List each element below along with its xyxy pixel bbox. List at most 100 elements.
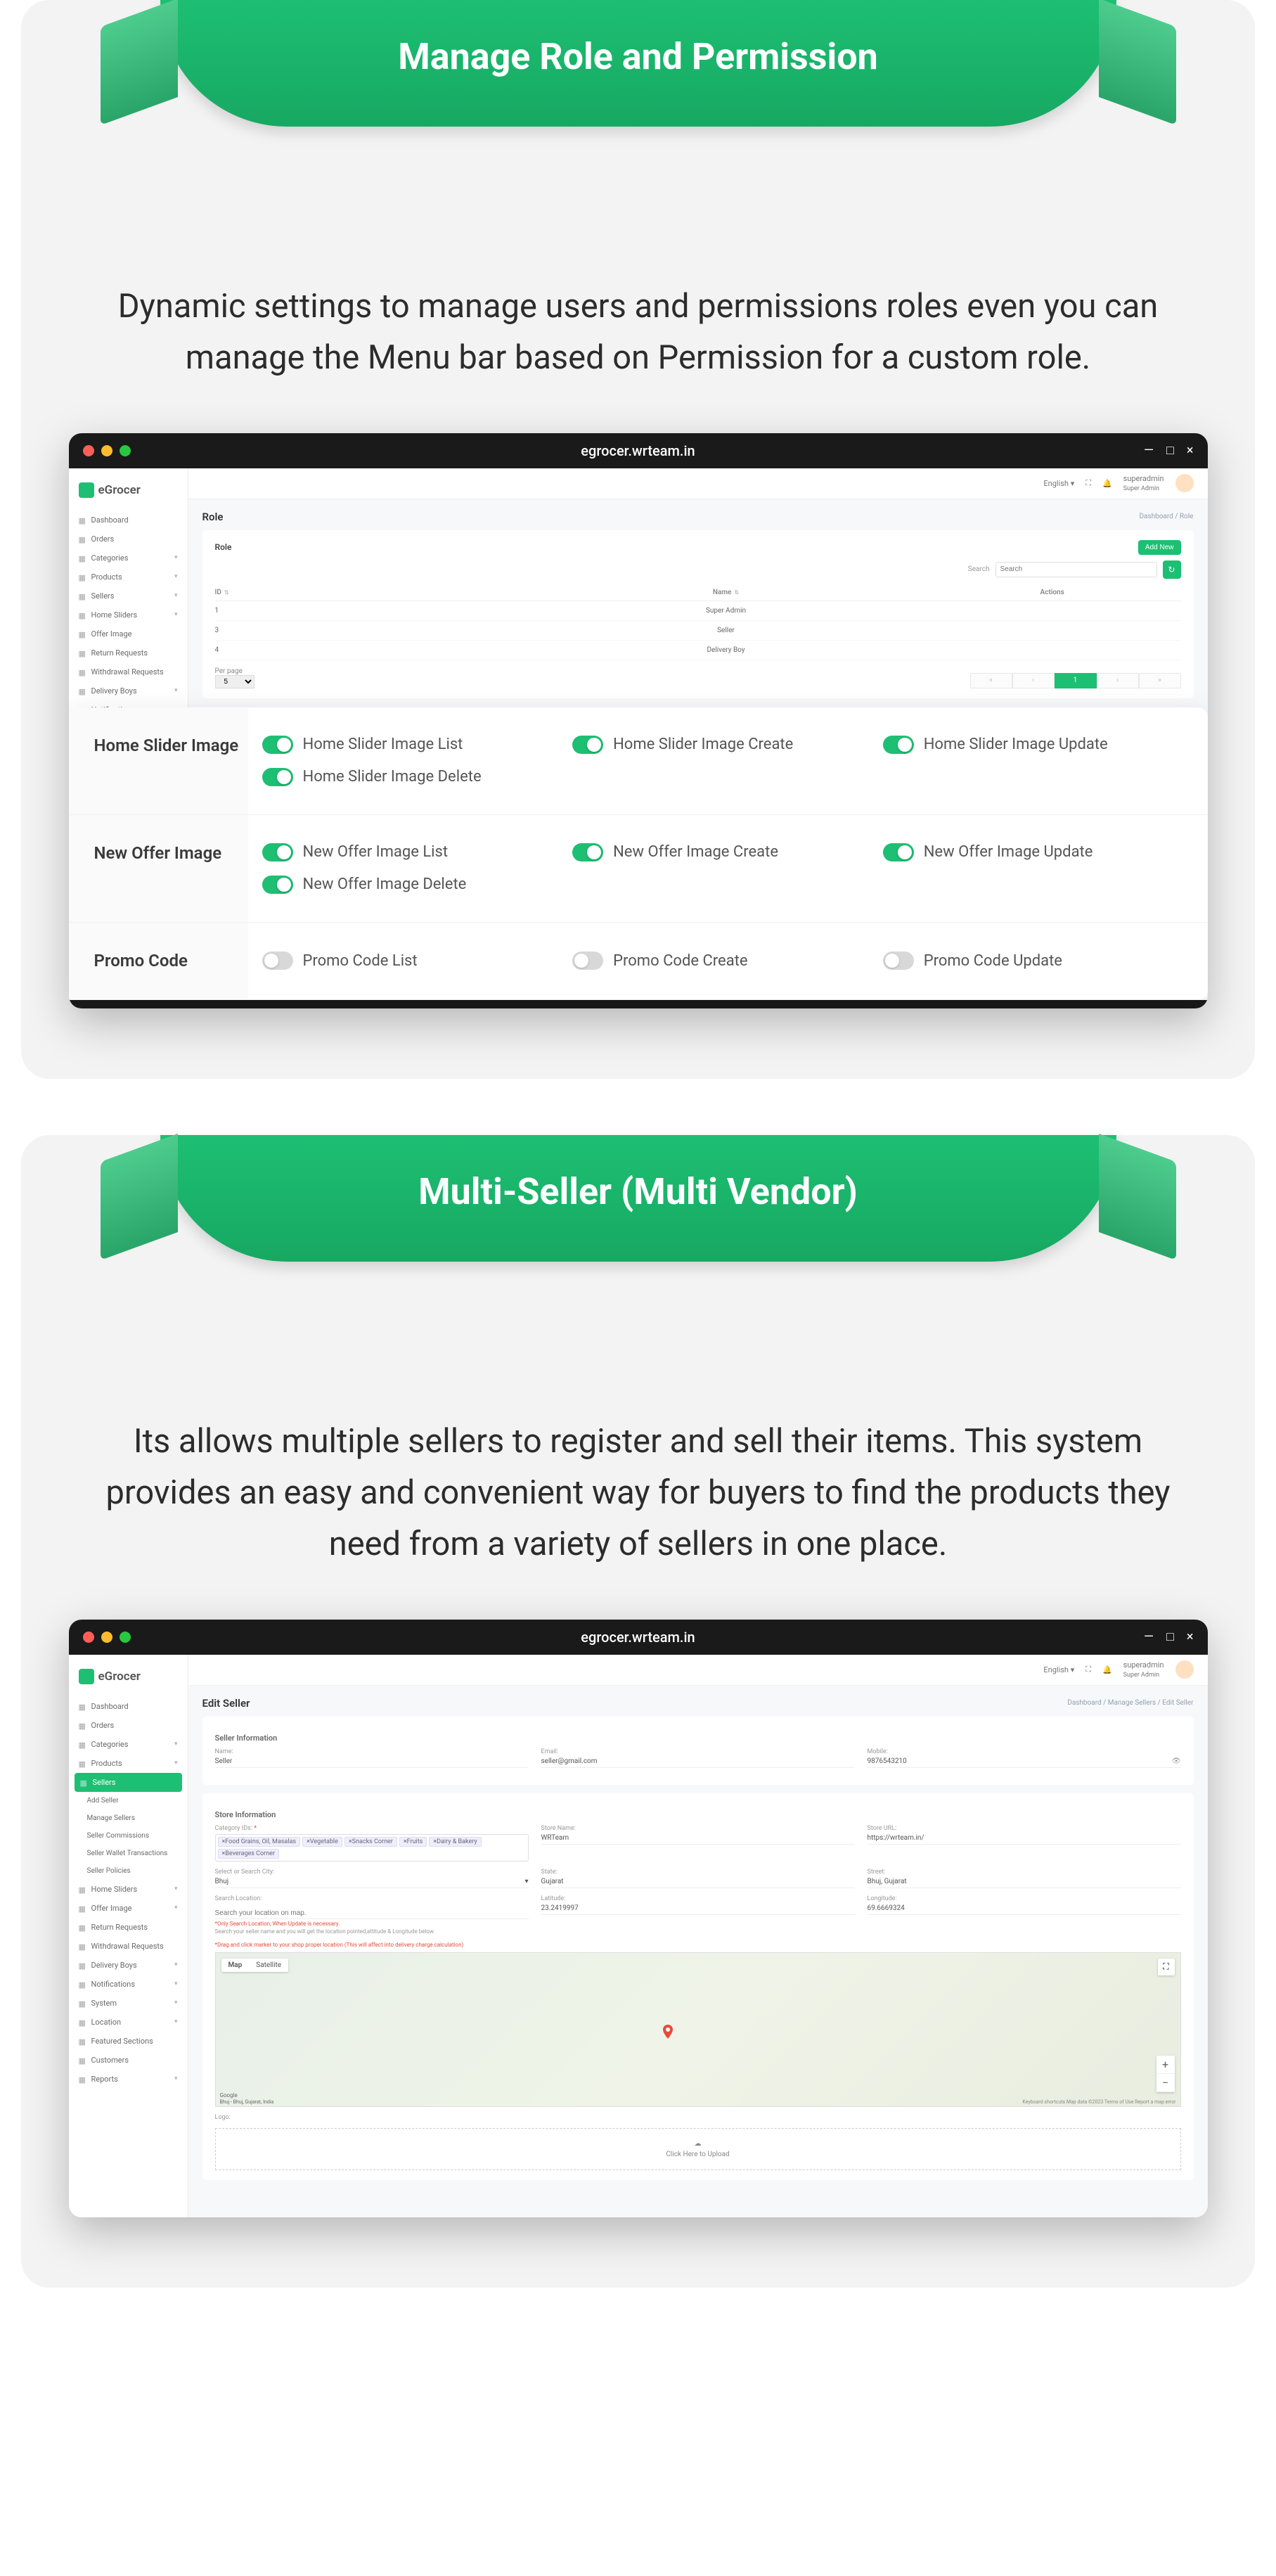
sidebar-item-orders[interactable]: ▦Orders	[69, 1716, 188, 1735]
map[interactable]: Map Satellite ⛶ +− Google Bhuj - Bhuj, G…	[215, 1952, 1181, 2107]
state-field[interactable]: Gujarat	[541, 1878, 855, 1888]
toggle-switch[interactable]	[883, 843, 914, 861]
sidebar-item-customers[interactable]: ▦Customers	[69, 2051, 188, 2070]
toggle-switch[interactable]	[572, 736, 603, 754]
sidebar-item-offer-image[interactable]: ▦Offer Image▾	[69, 1899, 188, 1918]
sidebar-item-categories[interactable]: ▦Categories▾	[69, 1735, 188, 1754]
lng-field[interactable]: 69.6669324	[868, 1904, 1181, 1915]
category-tag[interactable]: ×Vegetable	[302, 1837, 342, 1847]
sidebar-item-seller-commissions[interactable]: Seller Commissions	[69, 1827, 188, 1845]
sidebar-item-manage-sellers[interactable]: Manage Sellers	[69, 1809, 188, 1827]
perpage-select[interactable]: 5	[215, 675, 254, 688]
toggle-switch[interactable]	[572, 951, 603, 970]
sidebar-item-featured-sections[interactable]: ▦Featured Sections	[69, 2032, 188, 2051]
sidebar-item-sellers[interactable]: ▦Sellers▾	[69, 587, 188, 605]
sidebar-item-withdrawal-requests[interactable]: ▦Withdrawal Requests	[69, 662, 188, 681]
map-type-tabs[interactable]: Map Satellite	[221, 1959, 289, 1972]
pagination-button[interactable]: ‹	[1012, 673, 1055, 688]
window-controls[interactable]: —□×	[1144, 1629, 1194, 1644]
toggle-switch[interactable]	[262, 736, 293, 754]
map-pin-icon[interactable]	[659, 2023, 676, 2040]
window-controls[interactable]: —□×	[1144, 443, 1194, 458]
toggle-switch[interactable]	[572, 843, 603, 861]
category-tags[interactable]: ×Food Grains, Oil, Masalas×Vegetable×Sna…	[215, 1834, 529, 1861]
sidebar-item-sellers[interactable]: ▦Sellers	[75, 1773, 182, 1792]
expand-icon[interactable]: ⛶	[1085, 1665, 1091, 1674]
sidebar-item-return-requests[interactable]: ▦Return Requests	[69, 1918, 188, 1937]
sidebar-item-seller-policies[interactable]: Seller Policies	[69, 1862, 188, 1880]
category-tag[interactable]: ×Food Grains, Oil, Masalas	[218, 1837, 301, 1847]
seller-info-card: Seller Information Name: Seller Email: s…	[202, 1717, 1194, 1785]
eye-icon[interactable]: 👁	[1172, 1757, 1181, 1765]
city-field[interactable]: Bhuj▾	[215, 1878, 529, 1888]
search-input[interactable]	[995, 562, 1157, 577]
sidebar-item-delivery-boys[interactable]: ▦Delivery Boys▾	[69, 1956, 188, 1975]
sidebar-item-home-sliders[interactable]: ▦Home Sliders▾	[69, 1880, 188, 1899]
sidebar-item-seller-wallet-transactions[interactable]: Seller Wallet Transactions	[69, 1845, 188, 1862]
pagination-button[interactable]: »	[1139, 673, 1181, 688]
notification-icon[interactable]: 🔔	[1102, 479, 1112, 488]
sidebar-item-products[interactable]: ▦Products▾	[69, 568, 188, 587]
sidebar-item-system[interactable]: ▦System▾	[69, 1994, 188, 2013]
sidebar-item-notifications[interactable]: ▦Notifications▾	[69, 1975, 188, 1994]
category-tag[interactable]: ×Beverages Corner	[218, 1849, 280, 1859]
user-menu[interactable]: superadmin Super Admin	[1123, 474, 1164, 492]
storeurl-field[interactable]: https://wrteam.in/	[868, 1834, 1181, 1845]
sidebar-item-delivery-boys[interactable]: ▦Delivery Boys▾	[69, 681, 188, 700]
window-traffic-lights[interactable]	[83, 1632, 131, 1643]
col-id-header[interactable]: ID	[215, 589, 221, 596]
toggle-label: Home Slider Image Delete	[303, 768, 482, 786]
brand-logo[interactable]: eGrocer	[69, 1662, 188, 1697]
avatar[interactable]	[1175, 474, 1194, 492]
sidebar-item-products[interactable]: ▦Products▾	[69, 1754, 188, 1773]
avatar[interactable]	[1175, 1660, 1194, 1679]
mobile-field[interactable]: 9876543210 👁	[868, 1757, 1181, 1768]
sidebar-item-reports[interactable]: ▦Reports▾	[69, 2070, 188, 2089]
brand-name: eGrocer	[98, 483, 141, 497]
sidebar-item-orders[interactable]: ▦Orders	[69, 530, 188, 549]
col-name-header[interactable]: Name	[713, 589, 732, 596]
window-traffic-lights[interactable]	[83, 445, 131, 456]
pagination-button[interactable]: «	[970, 673, 1012, 688]
logo-upload[interactable]: ☁ Click Here to Upload	[215, 2128, 1181, 2170]
sidebar-item-home-sliders[interactable]: ▦Home Sliders▾	[69, 605, 188, 624]
fullscreen-icon[interactable]: ⛶	[1158, 1959, 1175, 1975]
sidebar-item-add-seller[interactable]: Add Seller	[69, 1792, 188, 1809]
sidebar-item-return-requests[interactable]: ▦Return Requests	[69, 643, 188, 662]
add-new-button[interactable]: Add New	[1138, 540, 1181, 555]
toggle-label: New Offer Image Create	[613, 843, 778, 861]
category-tag[interactable]: ×Snacks Corner	[344, 1837, 397, 1847]
pagination-button[interactable]: 1	[1055, 673, 1097, 688]
refresh-button[interactable]: ↻	[1163, 560, 1181, 579]
sidebar-item-dashboard[interactable]: ▦Dashboard	[69, 1697, 188, 1716]
toggle-switch[interactable]	[262, 768, 293, 786]
toggle-switch[interactable]	[262, 843, 293, 861]
toggle-switch[interactable]	[262, 951, 293, 970]
map-terms[interactable]: Keyboard shortcuts Map data ©2023 Terms …	[1022, 2099, 1175, 2105]
email-field[interactable]: seller@gmail.com	[541, 1757, 855, 1768]
language-selector[interactable]: English ▾	[1043, 479, 1074, 488]
storename-field[interactable]: WRTeam	[541, 1834, 855, 1845]
name-field[interactable]: Seller	[215, 1757, 529, 1768]
sidebar-item-withdrawal-requests[interactable]: ▦Withdrawal Requests	[69, 1937, 188, 1956]
expand-icon[interactable]: ⛶	[1085, 478, 1091, 488]
user-menu[interactable]: superadmin Super Admin	[1123, 1660, 1164, 1679]
permission-toggle-item: New Offer Image Create	[572, 836, 883, 869]
notification-icon[interactable]: 🔔	[1102, 1665, 1112, 1674]
sidebar-item-offer-image[interactable]: ▦Offer Image	[69, 624, 188, 643]
street-field[interactable]: Bhuj, Gujarat	[868, 1878, 1181, 1888]
searchloc-field[interactable]	[215, 1908, 529, 1919]
map-zoom-controls[interactable]: +−	[1156, 2056, 1175, 2092]
category-tag[interactable]: ×Fruits	[399, 1837, 427, 1847]
toggle-switch[interactable]	[262, 876, 293, 894]
language-selector[interactable]: English ▾	[1043, 1665, 1074, 1674]
brand-logo[interactable]: eGrocer	[69, 475, 188, 511]
category-tag[interactable]: ×Dairy & Bakery	[429, 1837, 481, 1847]
sidebar-item-categories[interactable]: ▦Categories▾	[69, 549, 188, 568]
toggle-switch[interactable]	[883, 736, 914, 754]
sidebar-item-dashboard[interactable]: ▦Dashboard	[69, 511, 188, 530]
sidebar-item-location[interactable]: ▦Location▾	[69, 2013, 188, 2032]
toggle-switch[interactable]	[883, 951, 914, 970]
lat-field[interactable]: 23.2419997	[541, 1904, 855, 1915]
pagination-button[interactable]: ›	[1097, 673, 1139, 688]
